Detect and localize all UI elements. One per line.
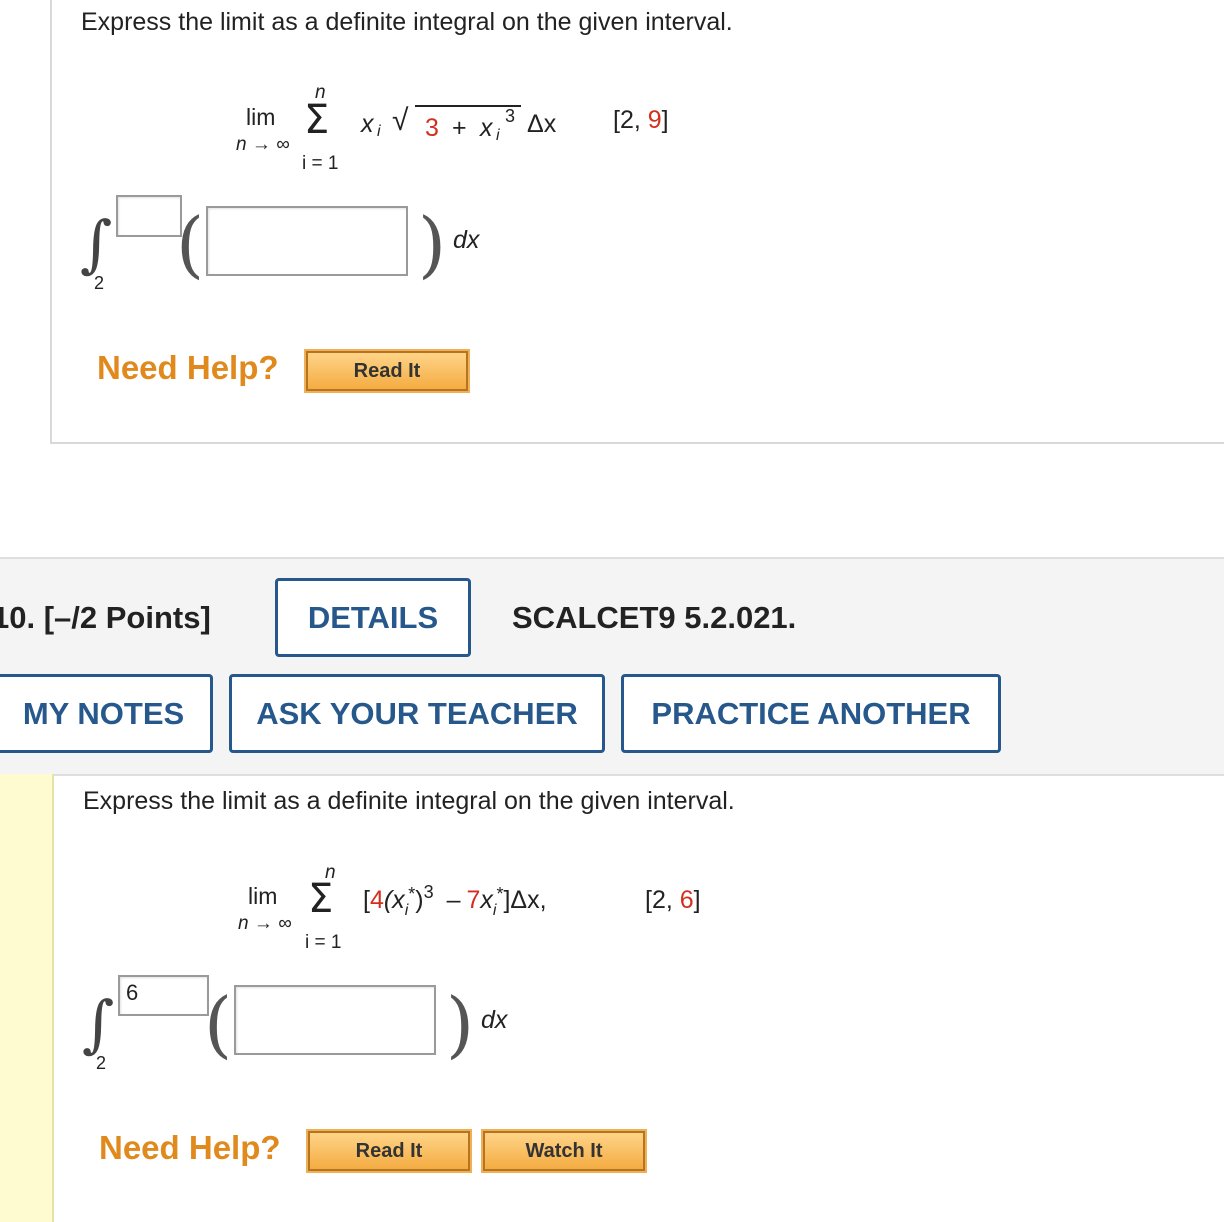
term-x-subscript: i <box>377 123 381 140</box>
interval-close: ] <box>693 886 701 914</box>
lim-subscript: n → ∞ <box>236 134 290 155</box>
question-10-prompt: Express the limit as a definite integral… <box>83 787 735 815</box>
my-notes-button[interactable]: MY NOTES <box>0 674 213 753</box>
ask-your-teacher-button[interactable]: ASK YOUR TEACHER <box>229 674 605 753</box>
upper-limit-input[interactable] <box>116 195 182 237</box>
radicand-x: x <box>480 114 493 142</box>
left-paren: ( <box>176 202 205 286</box>
integral-sign: ∫ <box>80 207 113 280</box>
lim-text: lim <box>246 104 276 130</box>
sum-lower-index: i = 1 <box>302 153 339 174</box>
summand: [4(xi*)3 –7xi*]Δx, <box>363 882 547 919</box>
summand-exponent: 3 <box>423 882 434 902</box>
summand-x2: x <box>480 886 493 914</box>
radical-sign: √ <box>392 104 409 137</box>
watch-it-button[interactable]: Watch It <box>481 1129 647 1173</box>
read-it-button[interactable]: Read It <box>306 1129 472 1173</box>
details-button[interactable]: DETAILS <box>275 578 471 657</box>
radicand-plus: + <box>452 114 467 142</box>
summand-close-paren: ) <box>415 886 424 914</box>
radicand-exponent: 3 <box>505 106 516 126</box>
integral-lower-limit: 2 <box>94 273 105 293</box>
term-x: x <box>361 110 374 138</box>
sigma-symbol: Σ <box>304 97 330 143</box>
radicand-x-subscript: i <box>496 127 500 144</box>
lim-text: lim <box>248 883 278 909</box>
question-9-prompt: Express the limit as a definite integral… <box>81 8 733 36</box>
right-paren: ) <box>446 982 475 1066</box>
summand-star: * <box>408 884 416 904</box>
summand-subscript-i: i <box>404 902 409 919</box>
dx-label: dx <box>453 226 480 254</box>
integral-sign: ∫ <box>82 987 115 1060</box>
problem-reference-code: SCALCET9 5.2.021. <box>512 600 797 635</box>
interval-open: [2, <box>613 106 641 134</box>
interval-open: [2, <box>645 886 673 914</box>
need-help-label: Need Help? <box>99 1129 281 1166</box>
right-paren: ) <box>418 202 447 286</box>
summand-x-open: (x <box>383 886 405 914</box>
need-help-label: Need Help? <box>97 349 279 386</box>
summand-close: ]Δx, <box>503 886 547 914</box>
radicand-constant: 3 <box>425 114 439 142</box>
upper-limit-input[interactable]: 6 <box>118 975 209 1016</box>
practice-another-button[interactable]: PRACTICE ANOTHER <box>621 674 1001 753</box>
interval-upper-value: 6 <box>679 886 694 914</box>
question-points: 10. [–/2 Points] <box>0 600 211 635</box>
integral-lower-limit: 2 <box>96 1053 107 1073</box>
summand-subscript-i2: i <box>492 902 497 919</box>
sigma-symbol: Σ <box>308 876 334 922</box>
summand-coef-7: 7 <box>466 886 481 914</box>
dx-label: dx <box>481 1006 508 1034</box>
delta-x: Δx <box>527 110 557 138</box>
read-it-button[interactable]: Read It <box>304 349 470 393</box>
summand-open-bracket: [ <box>363 886 370 914</box>
summand-star2: * <box>496 884 504 904</box>
interval-q10: [2, 6] <box>645 886 701 915</box>
interval-close: ] <box>661 106 669 134</box>
sum-lower-index: i = 1 <box>305 932 342 953</box>
lim-subscript: n → ∞ <box>238 913 292 934</box>
integrand-input[interactable] <box>206 206 408 276</box>
left-paren: ( <box>204 982 233 1066</box>
interval-q9: [2, 9] <box>613 106 669 135</box>
summand-coef-4: 4 <box>369 886 384 914</box>
integrand-input[interactable] <box>234 985 436 1055</box>
status-gutter <box>0 774 54 1222</box>
interval-upper-value: 9 <box>647 106 662 134</box>
summand-minus: – <box>446 886 461 914</box>
